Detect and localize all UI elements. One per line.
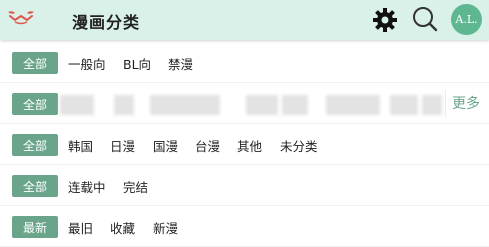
- top-bar: 漫画分类 A.L.: [0, 0, 489, 40]
- option-unclassified[interactable]: 未分类: [280, 136, 318, 155]
- more-link[interactable]: 更多: [452, 93, 480, 113]
- option-new-manga[interactable]: 新漫: [153, 218, 178, 237]
- option-japan[interactable]: 日漫: [110, 136, 135, 155]
- filter-label-all[interactable]: 全部: [12, 93, 58, 115]
- option-completed[interactable]: 完结: [123, 177, 148, 196]
- option-taiwan[interactable]: 台漫: [195, 136, 220, 155]
- more-divider: [445, 90, 446, 117]
- avatar[interactable]: A.L.: [451, 4, 482, 35]
- filter-row-tags: 全部 更多: [0, 83, 489, 124]
- search-icon[interactable]: [411, 5, 439, 33]
- filter-row-region: 全部 韩国 日漫 国漫 台漫 其他 未分类: [0, 124, 489, 165]
- option-ongoing[interactable]: 连载中: [68, 177, 106, 196]
- option-general[interactable]: 一般向: [68, 54, 106, 73]
- filter-label-all[interactable]: 全部: [12, 175, 58, 197]
- filter-label-all[interactable]: 全部: [12, 134, 58, 156]
- sort-label-latest[interactable]: 最新: [12, 216, 58, 238]
- option-other[interactable]: 其他: [237, 136, 262, 155]
- filter-label-all[interactable]: 全部: [12, 52, 58, 74]
- gear-icon[interactable]: [372, 7, 398, 33]
- option-korea[interactable]: 韩国: [68, 136, 93, 155]
- page-title: 漫画分类: [72, 13, 141, 32]
- logo-icon[interactable]: [6, 9, 36, 27]
- blurred-tag-options: [60, 95, 442, 115]
- filter-row-progress: 全部 连载中 完结: [0, 165, 489, 206]
- option-oldest[interactable]: 最旧: [68, 218, 93, 237]
- option-bl[interactable]: BL向: [123, 54, 151, 73]
- filter-row-category: 全部 一般向 BL向 禁漫: [0, 42, 489, 83]
- option-favorites[interactable]: 收藏: [110, 218, 135, 237]
- filter-row-sort: 最新 最旧 收藏 新漫: [0, 206, 489, 247]
- option-china[interactable]: 国漫: [153, 136, 178, 155]
- option-forbidden[interactable]: 禁漫: [168, 54, 193, 73]
